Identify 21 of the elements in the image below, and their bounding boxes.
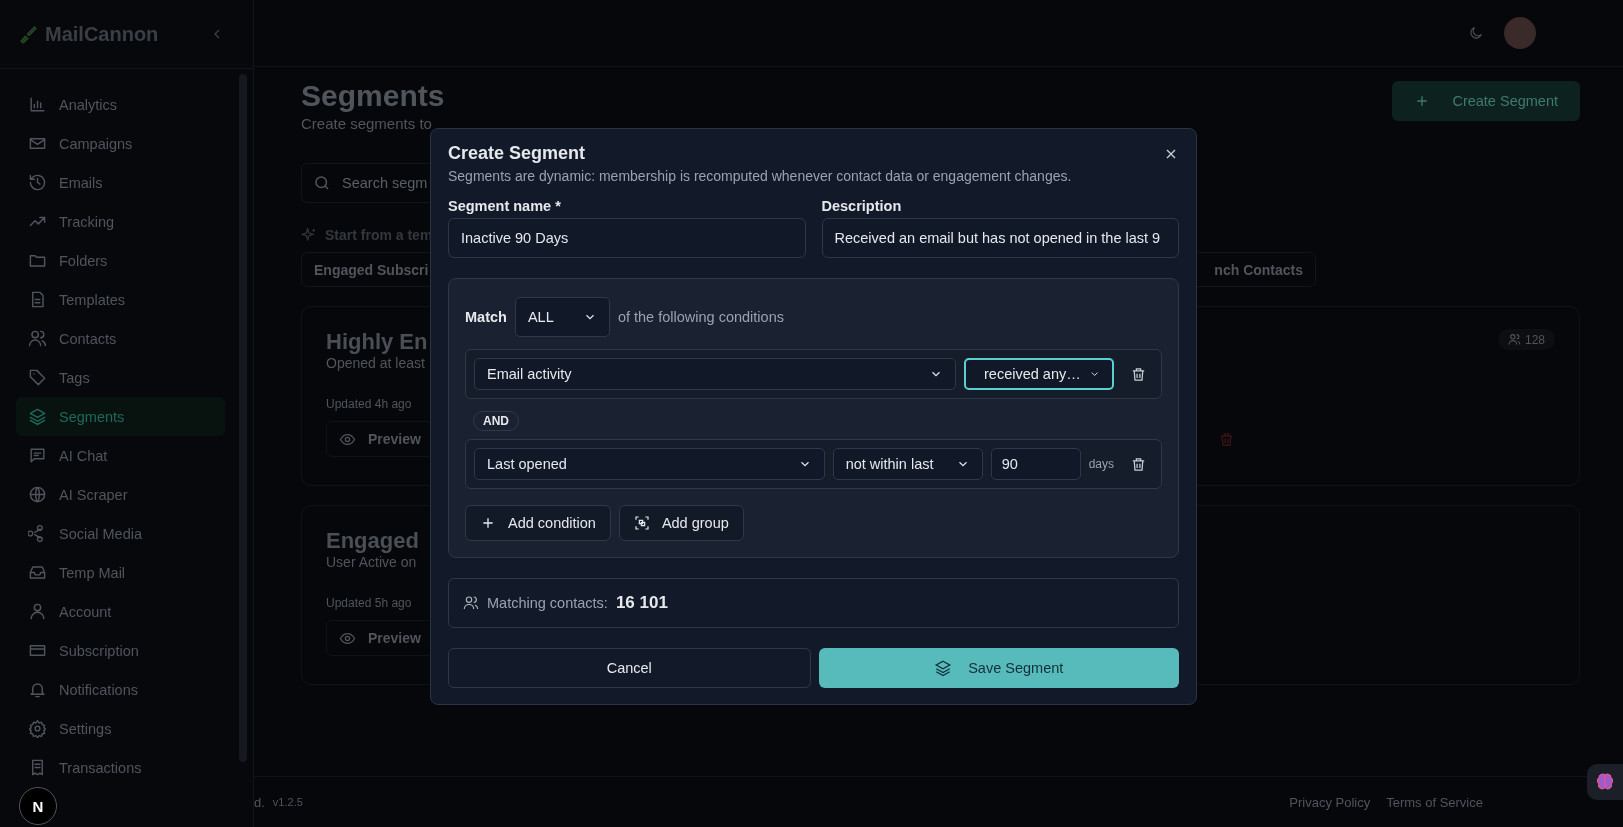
version-text: v1.2.5 <box>272 796 303 808</box>
page-subtitle: Create segments to <box>301 115 433 132</box>
updated-time: Updated 5h ago <box>326 596 412 610</box>
segment-description: User Active on <box>326 554 418 570</box>
field-label: Description <box>821 198 903 214</box>
field-label: Segment name * <box>448 198 562 214</box>
match-label: Match <box>465 309 507 325</box>
contact-count-badge: 128 <box>1497 329 1555 350</box>
segment-title: Highly En <box>326 329 428 355</box>
updated-time: Updated 4h ago <box>326 397 412 411</box>
matching-count: 16 101 <box>615 593 668 613</box>
page-title: Segments <box>301 79 445 113</box>
match-suffix: of the following conditions <box>617 309 784 325</box>
matching-label: Matching contacts: <box>487 595 608 611</box>
dialog-description: Segments are dynamic: membership is recomputed whenever contact data or engagement changes. <box>448 168 1073 184</box>
dialog-title: Create Segment <box>448 143 586 164</box>
unit-label: days <box>1088 457 1114 471</box>
copyright-text: d. <box>254 794 265 810</box>
segment-description: Opened at least <box>326 355 426 371</box>
segment-title: Engaged <box>326 528 419 554</box>
app-logo: MailCannon <box>45 22 160 46</box>
